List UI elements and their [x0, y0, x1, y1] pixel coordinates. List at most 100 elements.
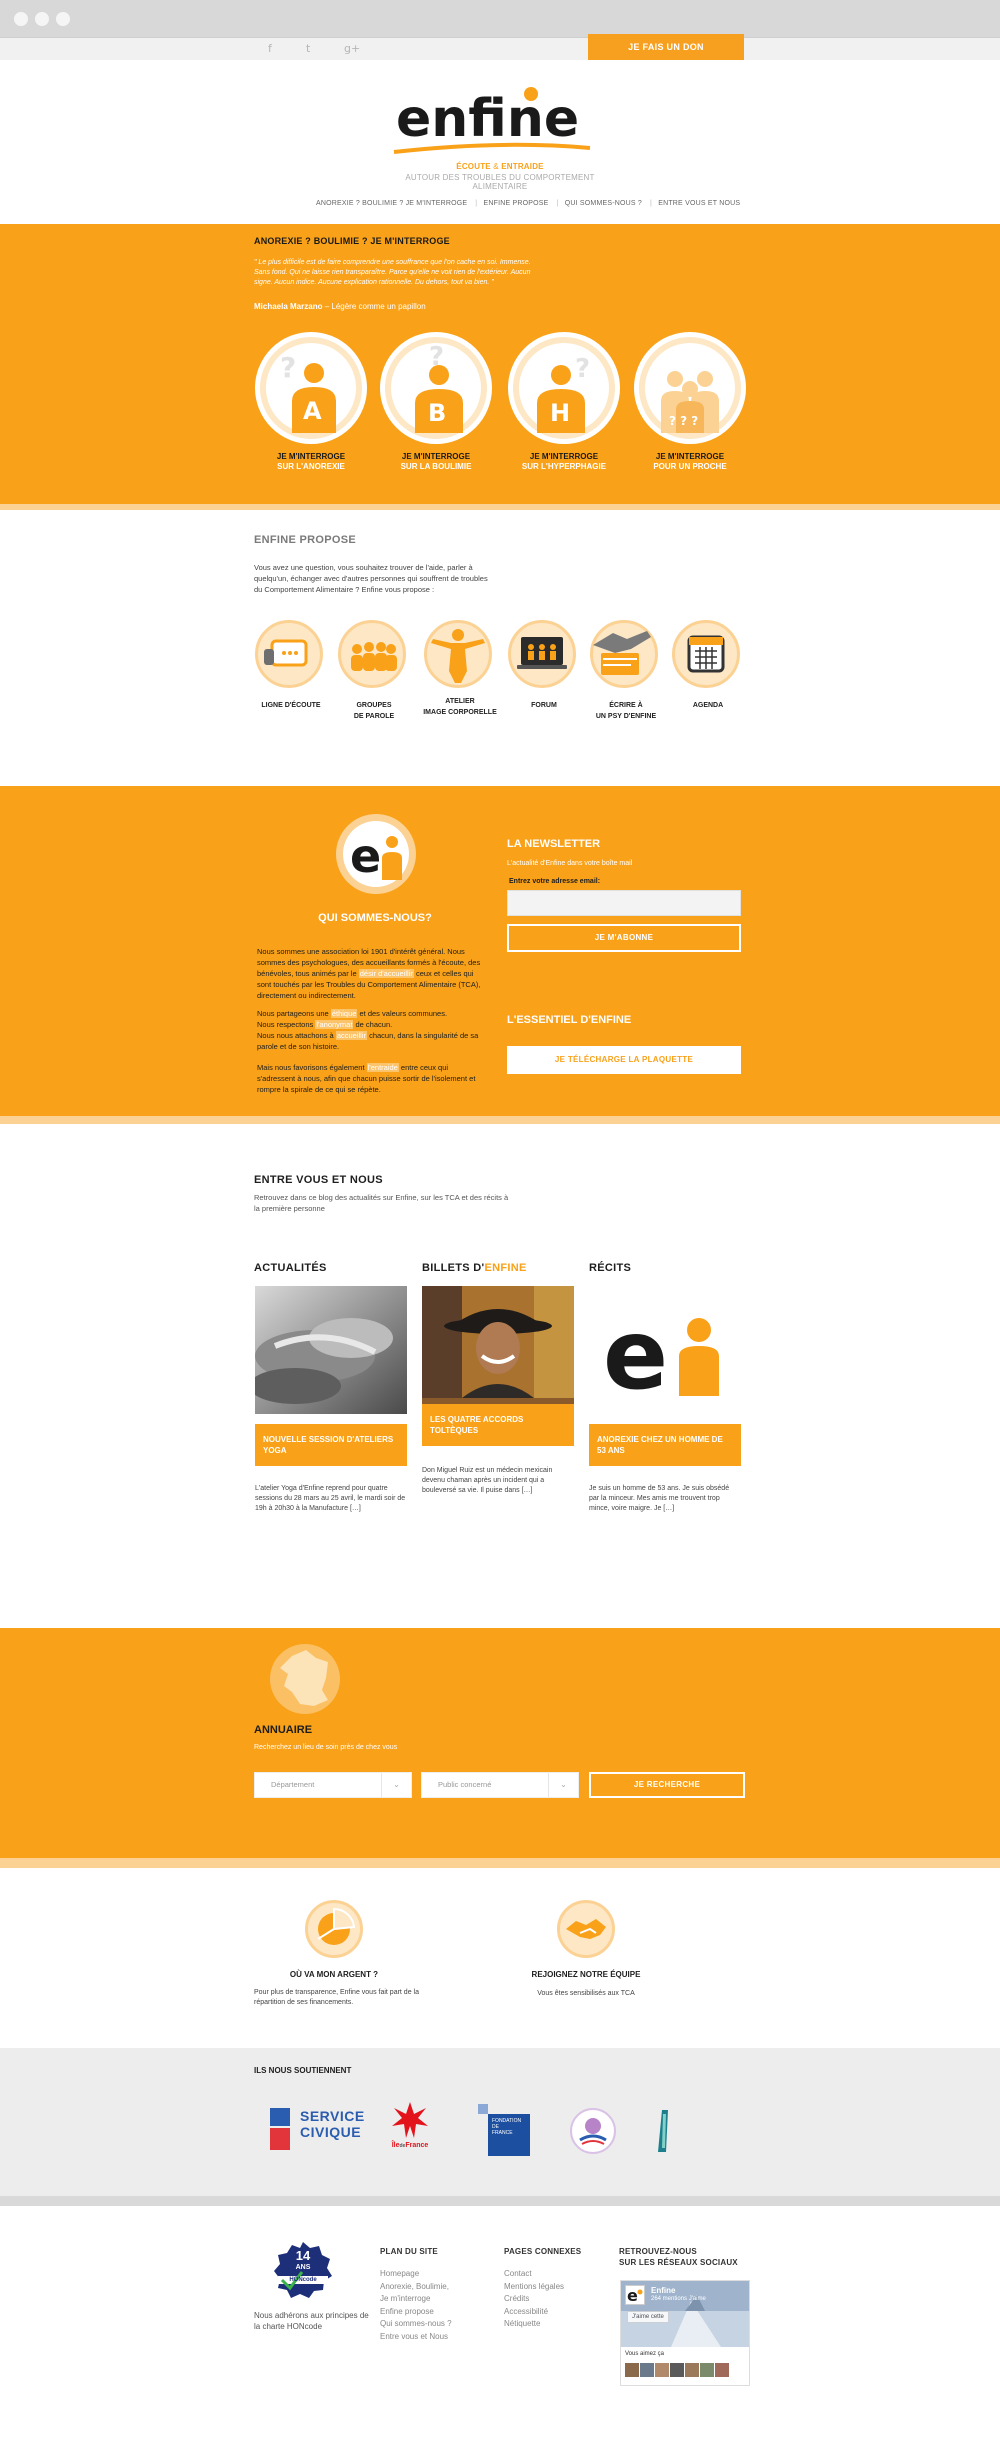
- listening-line-item[interactable]: [255, 620, 323, 688]
- honcode-ans: ANS: [295, 2264, 311, 2271]
- yoga-photo[interactable]: [255, 1286, 407, 1414]
- listening-line-label[interactable]: LIGNE D'ÉCOUTE: [246, 700, 336, 711]
- france-map-icon: [280, 1650, 328, 1706]
- email-input[interactable]: [507, 890, 741, 916]
- nav-item-qui-sommes-nous[interactable]: QUI SOMMES-NOUS ?: [565, 200, 642, 207]
- team-title[interactable]: REJOIGNEZ NOTRE ÉQUIPE: [506, 1970, 666, 1979]
- sitemap-link[interactable]: Enfine propose: [380, 2306, 452, 2319]
- anorexia-person-icon: ? A: [280, 351, 336, 433]
- logo-tagline-1: ÉCOUTE & ENTRAIDE: [380, 162, 620, 171]
- circle-anorexia[interactable]: ? A: [255, 332, 367, 444]
- related-pages-list: Contact Mentions légales Crédits Accessi…: [504, 2268, 564, 2331]
- department-select[interactable]: Département ⌄: [254, 1772, 412, 1798]
- agenda-label[interactable]: AGENDA: [663, 700, 753, 711]
- toltec-article-tag[interactable]: LES QUATRE ACCORDS TOLTÈQUES: [422, 1404, 574, 1446]
- forum-item[interactable]: [508, 620, 576, 688]
- facebook-widget[interactable]: e Enfine 264 mentions J'aime J'aime cett…: [620, 2280, 750, 2386]
- twitter-icon[interactable]: t: [306, 42, 310, 55]
- facebook-page-name: Enfine: [651, 2286, 676, 2295]
- yoga-article-tag[interactable]: NOUVELLE SESSION D'ATELIERS YOGA: [255, 1424, 407, 1466]
- hero-title: ANOREXIE ? BOULIMIE ? JE M'INTERROGE: [254, 236, 450, 246]
- agenda-item[interactable]: [672, 620, 740, 688]
- france-map: [270, 1644, 340, 1714]
- label-bulimia[interactable]: JE M'INTERROGE SUR LA BOULIMIE: [371, 452, 501, 472]
- search-button[interactable]: JE RECHERCHE: [589, 1772, 745, 1798]
- download-brochure-button[interactable]: JE TÉLÉCHARGE LA PLAQUETTE: [507, 1046, 741, 1074]
- svg-text:?: ?: [280, 351, 296, 384]
- annuaire-sub: Recherchez un lieu de soin près de chez …: [254, 1744, 398, 1751]
- recit-article-tag[interactable]: ANOREXIE CHEZ UN HOMME DE 53 ANS: [589, 1424, 741, 1466]
- body-image-label[interactable]: ATELIER IMAGE CORPORELLE: [415, 696, 505, 718]
- sitemap-link[interactable]: Je m'interroge: [380, 2293, 452, 2306]
- nav-item-entre-vous[interactable]: ENTRE VOUS ET NOUS: [658, 200, 740, 207]
- honcode-badge[interactable]: 14 ANS HONcode: [272, 2240, 334, 2302]
- chevron-down-icon: ⌄: [548, 1773, 578, 1797]
- related-page-link[interactable]: Nétiquette: [504, 2318, 564, 2331]
- author-work: – Légère comme un papillon: [322, 302, 426, 311]
- label-relative[interactable]: JE M'INTERROGE POUR UN PROCHE: [625, 452, 755, 472]
- listening-line-icon: [264, 639, 308, 667]
- recit-photo[interactable]: e: [589, 1286, 741, 1414]
- sitemap-link[interactable]: Entre vous et Nous: [380, 2331, 452, 2344]
- circle-relative[interactable]: ? ? ?: [634, 332, 746, 444]
- enfine-logo[interactable]: enfine: [390, 82, 620, 162]
- googleplus-icon[interactable]: g+: [344, 42, 360, 55]
- window-maximize-dot[interactable]: [56, 12, 70, 26]
- related-page-link[interactable]: Contact: [504, 2268, 564, 2281]
- related-page-link[interactable]: Accessibilité: [504, 2306, 564, 2319]
- circle-hyperphagia[interactable]: ? H: [508, 332, 620, 444]
- team-circle[interactable]: [557, 1900, 615, 1958]
- related-page-link[interactable]: Mentions légales: [504, 2281, 564, 2294]
- facebook-cover: e Enfine 264 mentions J'aime J'aime cett…: [621, 2281, 749, 2347]
- money-circle[interactable]: [305, 1900, 363, 1958]
- facebook-like-button[interactable]: J'aime cette: [627, 2311, 669, 2323]
- service-civique-logo[interactable]: SERVICE CIVIQUE: [266, 2104, 366, 2156]
- recit-excerpt: Je suis un homme de 53 ans. Je suis obsé…: [589, 1485, 730, 1512]
- blue-partner-logo[interactable]: [656, 2108, 670, 2154]
- billets-column-title: BILLETS D'ENFINE: [422, 1262, 527, 1274]
- annuaire-band: [0, 1858, 1000, 1868]
- honcode-text: Nous adhérons aux principes de la charte…: [254, 2311, 369, 2331]
- window-chrome: [0, 0, 1000, 38]
- iledefrance-logo[interactable]: ÎledeFrance: [390, 2100, 430, 2160]
- fondation-de-france-logo[interactable]: FONDATION DE FRANCE: [478, 2104, 532, 2158]
- annuaire-title: ANNUAIRE: [254, 1724, 313, 1736]
- money-title[interactable]: OÙ VA MON ARGENT ?: [254, 1970, 414, 1979]
- related-page-link[interactable]: Crédits: [504, 2293, 564, 2306]
- fondation-text: FONDATION DE FRANCE: [492, 2118, 522, 2136]
- nav-item-propose[interactable]: ENFINE PROPOSE: [483, 200, 548, 207]
- talk-groups-item[interactable]: [338, 620, 406, 688]
- window-close-dot[interactable]: [14, 12, 28, 26]
- label-hyperphagia[interactable]: JE M'INTERROGE SUR L'HYPERPHAGIE: [499, 452, 629, 472]
- forum-icon: [517, 637, 567, 669]
- svg-text:e: e: [350, 829, 381, 883]
- write-psy-label[interactable]: ÉCRIRE À UN PSY D'ENFINE: [581, 700, 671, 722]
- yoga-excerpt: L'atelier Yoga d'Enfine reprend pour qua…: [255, 1485, 406, 1512]
- letter-h: H: [550, 399, 570, 427]
- write-psy-item[interactable]: [590, 620, 658, 688]
- sitemap-link[interactable]: Anorexie, Boulimie,: [380, 2281, 452, 2294]
- talk-groups-icon: [351, 642, 397, 671]
- nav-item-jminterroge[interactable]: ANOREXIE ? BOULIMIE ? JE M'INTERROGE: [316, 200, 467, 207]
- toltec-photo[interactable]: [422, 1286, 574, 1414]
- forum-label[interactable]: FORUM: [499, 700, 589, 711]
- circle-bulimia[interactable]: ? B: [380, 332, 492, 444]
- enfine-emblem-icon: e: [343, 821, 409, 887]
- tagline-amp: &: [490, 162, 502, 171]
- health-partner-logo[interactable]: [570, 2108, 616, 2154]
- public-select[interactable]: Public concerné ⌄: [421, 1772, 579, 1798]
- talk-groups-label[interactable]: GROUPES DE PAROLE: [329, 700, 419, 722]
- pie-money-icon: [317, 1907, 356, 1945]
- facebook-icon[interactable]: f: [268, 42, 272, 55]
- sitemap-link[interactable]: Homepage: [380, 2268, 452, 2281]
- sitemap-title: PLAN DU SITE: [380, 2247, 438, 2256]
- window-minimize-dot[interactable]: [35, 12, 49, 26]
- tagline-listen: ÉCOUTE: [456, 162, 491, 171]
- sitemap-link[interactable]: Qui sommes-nous ?: [380, 2318, 452, 2331]
- subscribe-button[interactable]: JE M'ABONNE: [507, 924, 741, 952]
- family-icon: ? ? ?: [661, 371, 719, 433]
- hero-author: Michaela Marzano – Légère comme un papil…: [254, 302, 426, 311]
- body-image-item[interactable]: [424, 620, 492, 688]
- label-anorexia[interactable]: JE M'INTERROGE SUR L'ANOREXIE: [246, 452, 376, 472]
- donate-button[interactable]: JE FAIS UN DON: [588, 34, 744, 60]
